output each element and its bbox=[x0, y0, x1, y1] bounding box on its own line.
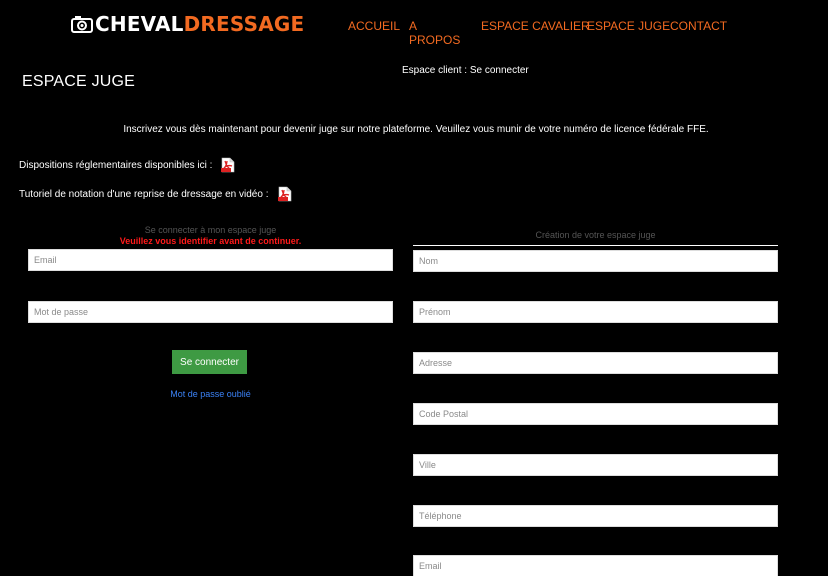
register-prenom-input[interactable] bbox=[413, 301, 778, 323]
login-warning: Veuillez vous identifier avant de contin… bbox=[119, 236, 302, 246]
camera-icon bbox=[71, 16, 93, 33]
logo-word-dressage: DRESSAGE bbox=[183, 12, 305, 36]
login-button[interactable]: Se connecter bbox=[172, 350, 247, 374]
dispositions-label: Dispositions réglementaires disponibles … bbox=[19, 159, 213, 171]
register-email-input[interactable] bbox=[413, 555, 778, 576]
register-divider bbox=[413, 245, 778, 246]
login-password-input[interactable] bbox=[28, 301, 393, 323]
nav-espace-cavalier[interactable]: ESPACE CAVALIER bbox=[481, 19, 590, 33]
tutoriel-line: Tutoriel de notation d'une reprise de dr… bbox=[19, 186, 293, 202]
page-title: ESPACE JUGE bbox=[22, 73, 136, 90]
register-adresse-input[interactable] bbox=[413, 352, 778, 374]
tutoriel-label: Tutoriel de notation d'une reprise de dr… bbox=[19, 188, 269, 200]
dispositions-line: Dispositions réglementaires disponibles … bbox=[19, 157, 236, 173]
forgot-password-link[interactable]: Mot de passe oublié bbox=[28, 389, 393, 399]
register-section-title: Création de votre espace juge bbox=[535, 230, 656, 240]
client-login-link[interactable]: Espace client : Se connecter bbox=[402, 65, 529, 76]
nav-espace-juge[interactable]: ESPACE JUGE bbox=[587, 19, 670, 33]
nav-contact[interactable]: CONTACT bbox=[670, 19, 727, 33]
register-ville-input[interactable] bbox=[413, 454, 778, 476]
logo-word-cheval: CHEVAL bbox=[95, 12, 184, 36]
intro-text: Inscrivez vous dès maintenant pour deven… bbox=[123, 124, 709, 135]
register-nom-input[interactable] bbox=[413, 250, 778, 272]
login-section-title: Se connecter à mon espace juge bbox=[144, 225, 277, 235]
nav-accueil[interactable]: ACCUEIL bbox=[348, 19, 400, 33]
site-logo[interactable]: CHEVAL DRESSAGE bbox=[71, 12, 304, 36]
pdf-icon[interactable] bbox=[220, 157, 236, 173]
login-email-input[interactable] bbox=[28, 249, 393, 271]
register-telephone-input[interactable] bbox=[413, 505, 778, 527]
register-code-postal-input[interactable] bbox=[413, 403, 778, 425]
nav-a-propos[interactable]: A PROPOS bbox=[409, 19, 460, 47]
pdf-icon[interactable] bbox=[277, 186, 293, 202]
